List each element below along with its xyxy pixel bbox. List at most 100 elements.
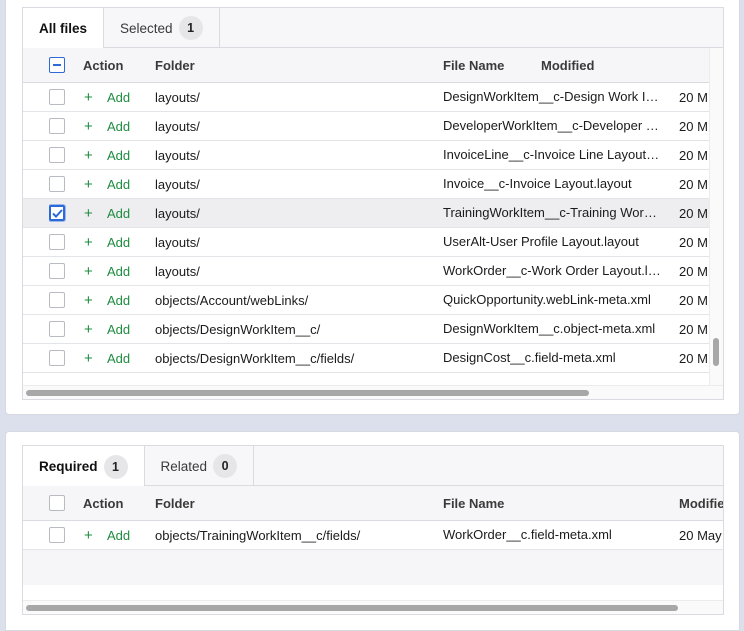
row-checkbox[interactable]	[49, 321, 65, 337]
add-button[interactable]: + Add	[83, 322, 130, 337]
add-button[interactable]: + Add	[83, 90, 130, 105]
add-button[interactable]: + Add	[83, 351, 130, 366]
table-body: + Add layouts/DesignWorkItem__c-Design Wor…	[23, 83, 723, 373]
row-checkbox[interactable]	[49, 147, 65, 163]
plus-icon: +	[84, 291, 93, 309]
table-row[interactable]: + Add objects/Account/webLinks/QuickOpport…	[23, 286, 723, 315]
add-label: Add	[107, 234, 131, 250]
select-all-checkbox[interactable]	[49, 57, 65, 73]
row-checkbox[interactable]	[49, 234, 65, 250]
horizontal-scroll-thumb[interactable]	[26, 605, 678, 611]
column-header-folder[interactable]: Folder	[155, 48, 437, 82]
empty-table-area	[23, 550, 723, 585]
file-name-cell: Invoice__c-Invoice Layout.layout	[443, 176, 632, 191]
add-label: Add	[107, 321, 131, 337]
column-header-modified[interactable]: Modified	[541, 48, 641, 82]
file-name-cell: InvoiceLine__c-Invoice Line Layout.layou…	[443, 147, 661, 162]
add-button[interactable]: + Add	[83, 293, 130, 308]
table-row[interactable]: + Add layouts/DesignWorkItem__c-Design Wor…	[23, 83, 723, 112]
table-row[interactable]: + Add objects/TrainingWorkItem__c/fields/W…	[23, 521, 723, 550]
plus-icon: +	[84, 262, 93, 280]
folder-cell: layouts/	[155, 176, 200, 192]
tab-related[interactable]: Related 0	[145, 446, 255, 486]
column-header-modified[interactable]: Modifie	[679, 486, 723, 520]
tab-selected[interactable]: Selected 1	[104, 8, 220, 48]
plus-icon: +	[84, 117, 93, 135]
required-files-table: Action Folder File Name Modifie + Add obje…	[23, 486, 723, 585]
folder-cell: layouts/	[155, 234, 200, 250]
row-checkbox[interactable]	[49, 263, 65, 279]
vertical-scrollbar[interactable]	[709, 48, 723, 385]
row-checkbox[interactable]	[49, 292, 65, 308]
table-row[interactable]: + Add layouts/TrainingWorkItem__c-Training…	[23, 199, 723, 228]
row-checkbox[interactable]	[49, 89, 65, 105]
folder-cell: layouts/	[155, 147, 200, 163]
add-button[interactable]: + Add	[83, 148, 130, 163]
plus-icon: +	[84, 204, 93, 222]
folder-cell: objects/DesignWorkItem__c/	[155, 321, 321, 337]
row-checkbox[interactable]	[49, 205, 65, 221]
files-table: Action Folder File Name Modified + Add lay…	[23, 48, 723, 373]
table-row[interactable]: + Add layouts/InvoiceLine__c-Invoice Line …	[23, 141, 723, 170]
vertical-scroll-thumb[interactable]	[713, 338, 719, 366]
table-header: Action Folder File Name Modified	[23, 48, 723, 83]
add-button[interactable]: + Add	[83, 206, 130, 221]
table-row[interactable]: + Add layouts/UserAlt-User Profile Layout.…	[23, 228, 723, 257]
file-name-cell: TrainingWorkItem__c-Training Work Item L…	[443, 205, 661, 220]
row-checkbox[interactable]	[49, 350, 65, 366]
plus-icon: +	[84, 175, 93, 193]
table-row[interactable]: + Add layouts/DeveloperWorkItem__c-Develop…	[23, 112, 723, 141]
file-name-cell: DesignWorkItem__c.object-meta.xml	[443, 321, 656, 336]
plus-icon: +	[84, 88, 93, 106]
selected-count-badge: 1	[178, 16, 203, 40]
table-row[interactable]: + Add layouts/Invoice__c-Invoice Layout.la…	[23, 170, 723, 199]
column-header-folder[interactable]: Folder	[155, 486, 437, 520]
dependencies-panel: Required 1 Related 0 Action Folder File …	[5, 431, 740, 631]
add-label: Add	[107, 147, 131, 163]
tab-all-files[interactable]: All files	[23, 8, 105, 49]
plus-icon: +	[84, 526, 93, 544]
all-files-panel: All files Selected 1 Action Folder File …	[5, 0, 740, 415]
table-row[interactable]: + Add layouts/WorkOrder__c-Work Order Layo…	[23, 257, 723, 286]
add-button[interactable]: + Add	[83, 119, 130, 134]
modified-cell: 20 May	[679, 527, 722, 543]
column-header-action[interactable]: Action	[83, 486, 153, 520]
file-name-cell: DeveloperWorkItem__c-Developer Work Item…	[443, 118, 661, 133]
folder-cell: layouts/	[155, 89, 200, 105]
row-checkbox[interactable]	[49, 118, 65, 134]
row-checkbox[interactable]	[49, 176, 65, 192]
required-count-badge: 1	[103, 454, 128, 479]
column-header-file-name[interactable]: File Name	[443, 486, 665, 520]
add-label: Add	[107, 205, 131, 221]
tab-label: Required	[39, 459, 98, 474]
table-header: Action Folder File Name Modifie	[23, 486, 723, 521]
file-name-cell: WorkOrder__c.field-meta.xml	[443, 527, 612, 542]
table-row[interactable]: + Add objects/DesignWorkItem__c/fields/Des…	[23, 344, 723, 373]
horizontal-scrollbar[interactable]	[23, 600, 723, 614]
file-name-cell: WorkOrder__c-Work Order Layout.layout	[443, 263, 661, 278]
add-label: Add	[107, 350, 131, 366]
plus-icon: +	[84, 233, 93, 251]
tab-required[interactable]: Required 1	[23, 446, 145, 487]
add-button[interactable]: + Add	[83, 177, 130, 192]
select-all-checkbox[interactable]	[49, 495, 65, 511]
horizontal-scrollbar[interactable]	[23, 385, 723, 399]
horizontal-scroll-thumb[interactable]	[26, 390, 589, 396]
checkmark-icon	[51, 208, 63, 218]
folder-cell: layouts/	[155, 263, 200, 279]
column-header-action[interactable]: Action	[83, 48, 153, 82]
table-row[interactable]: + Add objects/DesignWorkItem__c/DesignWork…	[23, 315, 723, 344]
folder-cell: objects/TrainingWorkItem__c/fields/	[155, 527, 361, 543]
add-button[interactable]: + Add	[83, 528, 130, 543]
add-button[interactable]: + Add	[83, 264, 130, 279]
add-label: Add	[107, 176, 131, 192]
tab-label: Related	[160, 458, 208, 474]
all-files-tabbox: All files Selected 1 Action Folder File …	[22, 7, 724, 400]
bottom-tab-bar: Required 1 Related 0	[23, 446, 723, 487]
add-button[interactable]: + Add	[83, 235, 130, 250]
row-checkbox[interactable]	[49, 527, 65, 543]
column-header-file-name[interactable]: File Name	[443, 48, 523, 82]
file-name-cell: UserAlt-User Profile Layout.layout	[443, 234, 639, 249]
file-name-cell: DesignCost__c.field-meta.xml	[443, 350, 616, 365]
tab-label: All files	[39, 21, 88, 36]
